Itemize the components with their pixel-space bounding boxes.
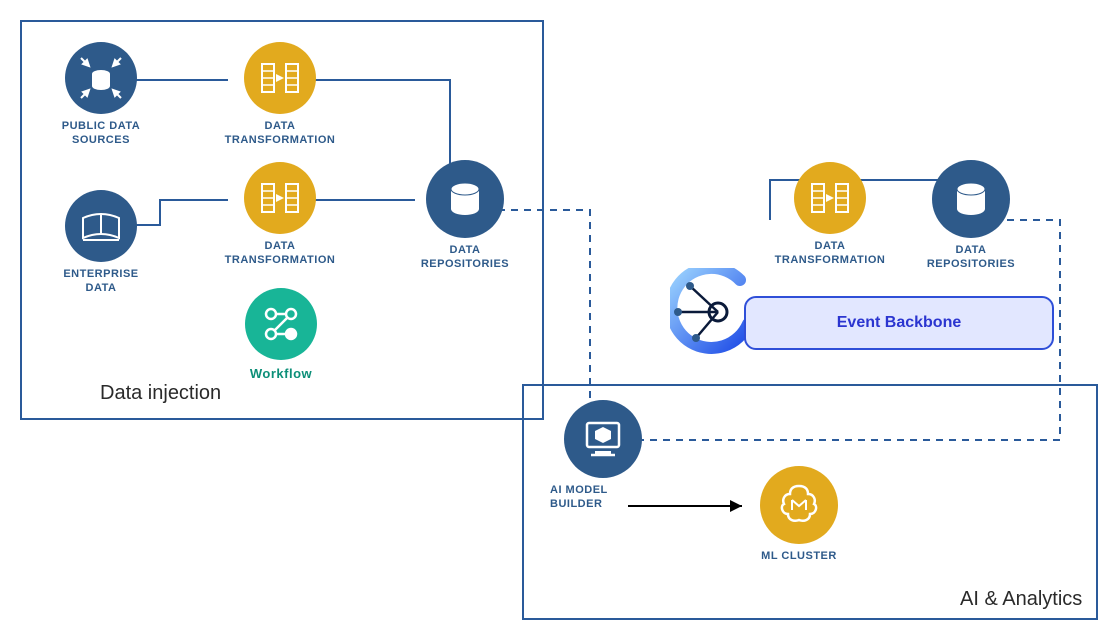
enterprise-data-node: ENTERPRISE DATA — [46, 190, 156, 296]
data-repositories-left-node: DATA REPOSITORIES — [410, 160, 520, 272]
ml-cluster-icon — [760, 466, 838, 544]
enterprise-data-icon — [65, 190, 137, 262]
transform-icon — [794, 162, 866, 234]
event-backbone-label: Event Backbone — [837, 314, 961, 332]
data-transformation-2-node: DATA TRANSFORMATION — [220, 162, 340, 268]
ai-analytics-title: AI & Analytics — [960, 588, 1082, 611]
ai-model-builder-label: AI MODEL BUILDER — [550, 484, 608, 512]
data-repositories-right-node: DATA REPOSITORIES — [916, 160, 1026, 272]
data-injection-title: Data injection — [100, 382, 221, 405]
data-transformation-3-label: DATA TRANSFORMATION — [775, 240, 886, 268]
workflow-icon — [245, 288, 317, 360]
ml-cluster-label: ML CLUSTER — [761, 550, 837, 564]
workflow-node: Workflow — [226, 288, 336, 382]
public-data-icon — [65, 42, 137, 114]
ml-cluster-node: ML CLUSTER — [744, 466, 854, 564]
transform-icon — [244, 162, 316, 234]
transform-icon — [244, 42, 316, 114]
ai-model-builder-node: AI MODEL BUILDER — [548, 400, 658, 512]
data-transformation-1-label: DATA TRANSFORMATION — [225, 120, 336, 148]
data-repositories-left-label: DATA REPOSITORIES — [421, 244, 509, 272]
event-backbone-pill: Event Backbone — [744, 296, 1054, 350]
database-icon — [932, 160, 1010, 238]
database-icon — [426, 160, 504, 238]
data-transformation-2-label: DATA TRANSFORMATION — [225, 240, 336, 268]
ai-model-icon — [564, 400, 642, 478]
enterprise-data-label: ENTERPRISE DATA — [63, 268, 138, 296]
data-repositories-right-label: DATA REPOSITORIES — [927, 244, 1015, 272]
data-transformation-3-node: DATA TRANSFORMATION — [770, 162, 890, 268]
workflow-label: Workflow — [250, 366, 312, 382]
public-data-label: PUBLIC DATA SOURCES — [62, 120, 140, 148]
public-data-sources-node: PUBLIC DATA SOURCES — [46, 42, 156, 148]
data-transformation-1-node: DATA TRANSFORMATION — [220, 42, 340, 148]
